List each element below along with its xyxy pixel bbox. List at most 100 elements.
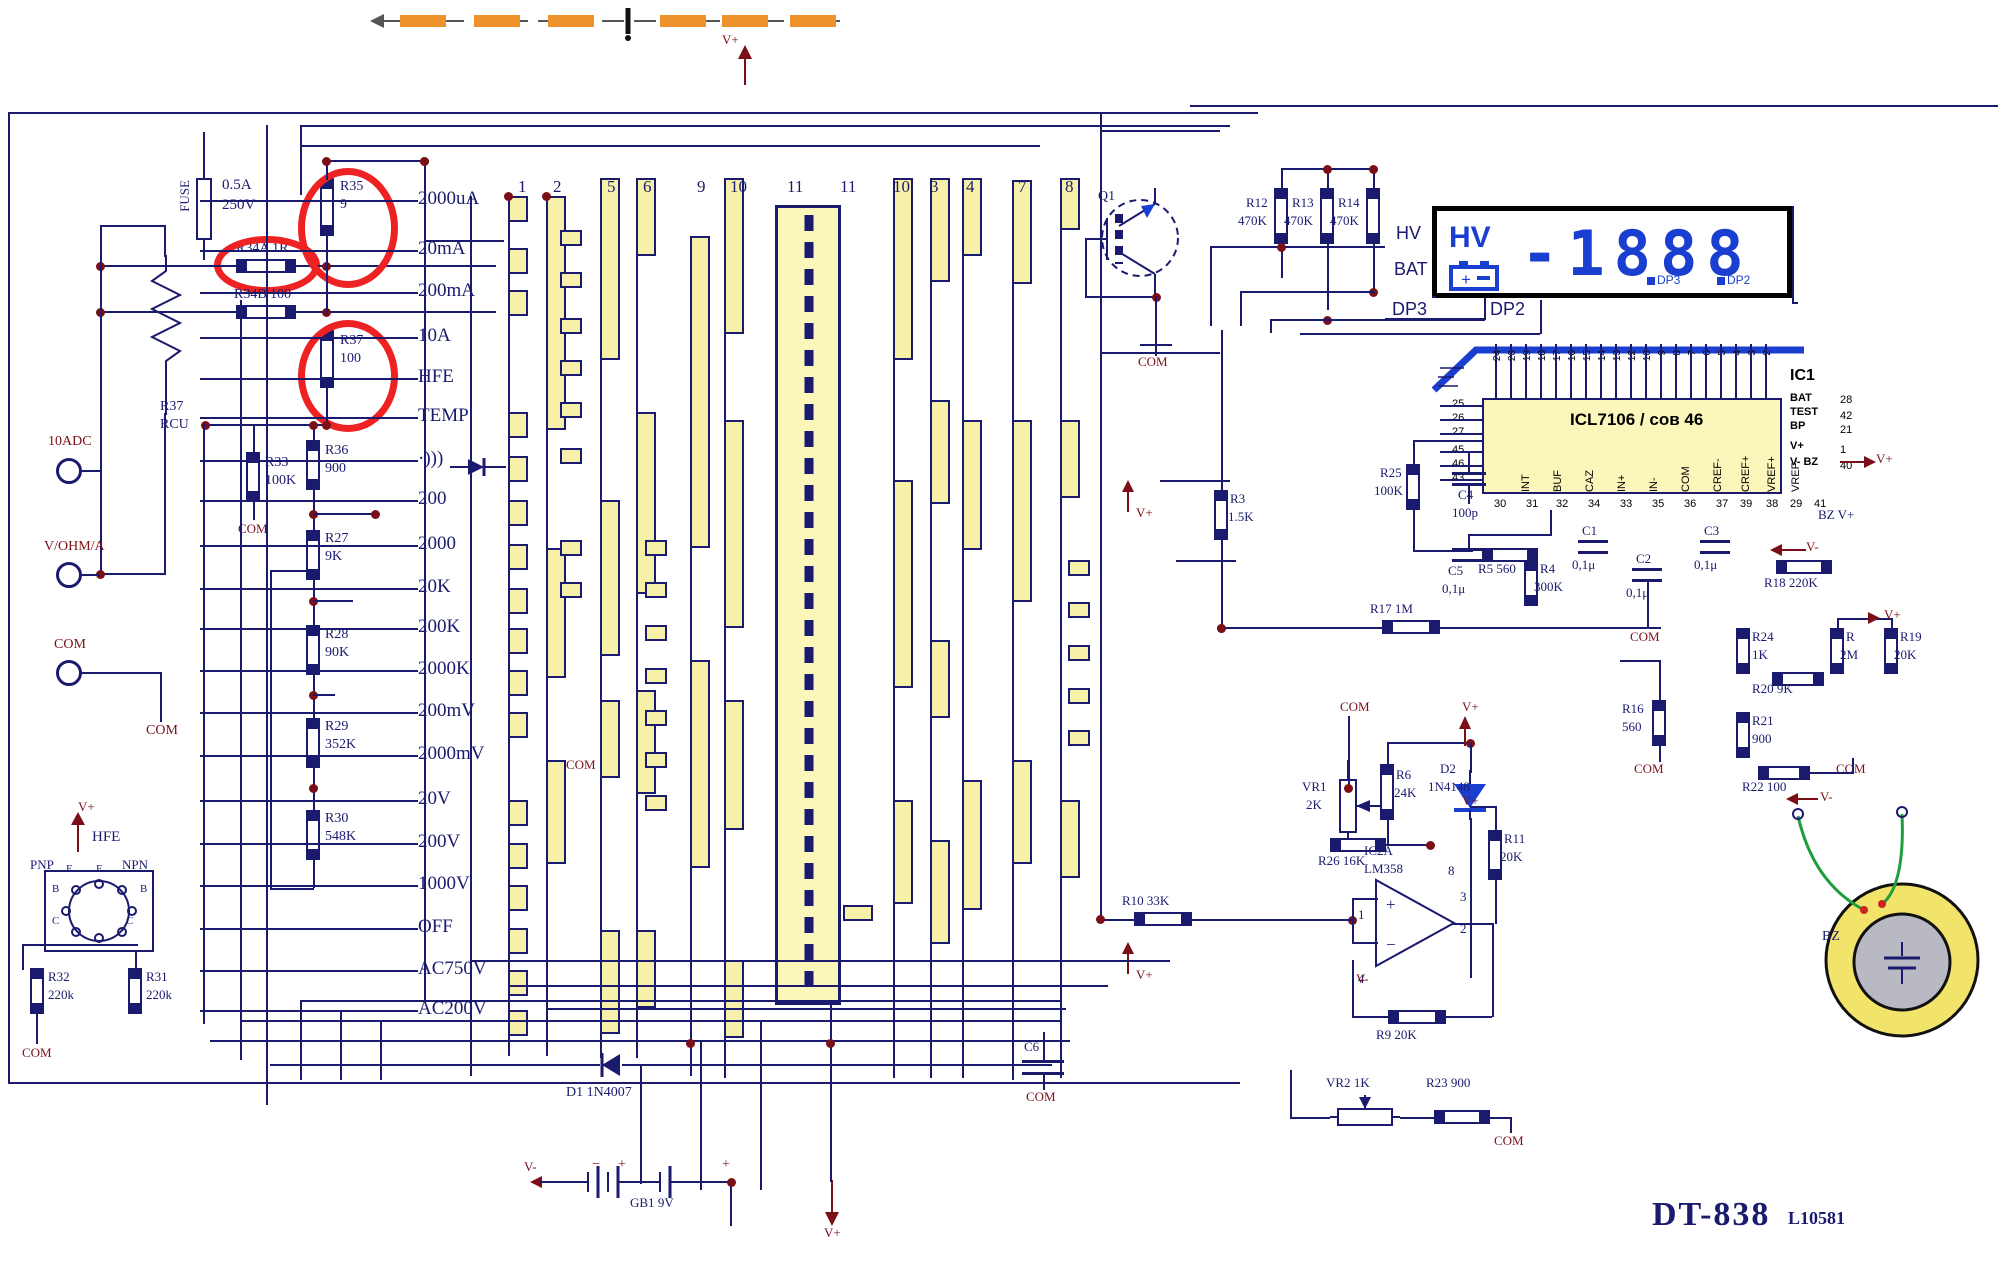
mode-label-2[interactable]: 200mA <box>418 280 475 302</box>
switch-contact-pad[interactable] <box>962 780 982 910</box>
switch-contact-pad[interactable] <box>1068 688 1090 704</box>
switch-contact-pad[interactable] <box>560 448 582 464</box>
switch-contact-pad[interactable] <box>645 540 667 556</box>
switch-contact-pad[interactable] <box>636 690 656 794</box>
switch-contact-pad[interactable] <box>600 930 620 1034</box>
rotor-wiper[interactable] <box>800 215 818 995</box>
switch-contact-pad[interactable] <box>508 628 528 654</box>
switch-contact-pad[interactable] <box>1060 420 1080 498</box>
wire <box>240 300 242 1060</box>
switch-contact-pad[interactable] <box>600 178 620 360</box>
switch-contact-pad[interactable] <box>508 970 528 996</box>
wire <box>1085 238 1087 296</box>
switch-contact-pad[interactable] <box>724 178 744 334</box>
switch-contact-pad[interactable] <box>508 412 528 438</box>
switch-contact-pad[interactable] <box>645 752 667 768</box>
jack-com[interactable] <box>56 660 82 686</box>
switch-contact-pad[interactable] <box>1012 760 1032 864</box>
switch-contact-pad[interactable] <box>690 236 710 548</box>
switch-contact-pad[interactable] <box>508 928 528 954</box>
switch-contact-pad[interactable] <box>636 930 656 1008</box>
ic1-pin-name: IN+ <box>1616 474 1628 492</box>
switch-contact-pad[interactable] <box>508 800 528 826</box>
switch-contact-pad[interactable] <box>724 420 744 628</box>
switch-contact-pad[interactable] <box>508 1010 528 1036</box>
switch-contact-pad[interactable] <box>930 840 950 944</box>
switch-contact-pad[interactable] <box>930 640 950 718</box>
net-label-vplus: V+ <box>1876 451 1893 466</box>
switch-contact-pad[interactable] <box>560 402 582 418</box>
mode-label-6[interactable]: ·))) <box>418 448 443 470</box>
net-label-vminus: V- <box>1806 539 1819 554</box>
switch-contact-pad[interactable] <box>560 272 582 288</box>
r23-label: R23 900 <box>1426 1075 1471 1090</box>
switch-contact-pad[interactable] <box>508 843 528 869</box>
mode-label-9[interactable]: 20K <box>418 576 451 598</box>
mode-label-3[interactable]: 10A <box>418 325 451 347</box>
wire <box>200 885 418 887</box>
switch-contact-pad[interactable] <box>962 420 982 550</box>
switch-contact-pad[interactable] <box>636 412 656 594</box>
switch-contact-pad[interactable] <box>560 582 582 598</box>
mode-label-12[interactable]: 200mV <box>418 700 475 722</box>
mode-label-7[interactable]: 200 <box>418 488 447 510</box>
wire <box>313 694 335 696</box>
net-label-com: COM <box>1634 761 1664 776</box>
switch-contact-pad[interactable] <box>690 660 710 868</box>
mode-label-13[interactable]: 2000mV <box>418 743 485 765</box>
switch-contact-pad[interactable] <box>724 700 744 830</box>
switch-contact-pad[interactable] <box>600 700 620 778</box>
ic1-left-pin: 46 <box>1452 458 1465 470</box>
switch-contact-pad[interactable] <box>560 318 582 334</box>
switch-contact-pad[interactable] <box>1068 730 1090 746</box>
switch-contact-pad[interactable] <box>1068 645 1090 661</box>
r27-value: 9K <box>325 549 343 564</box>
switch-contact-pad[interactable] <box>560 360 582 376</box>
switch-contact-pad[interactable] <box>508 885 528 911</box>
jack-vohma[interactable] <box>56 562 82 588</box>
r13-ref: R13 <box>1292 195 1314 210</box>
wire <box>240 1020 1060 1022</box>
battery-icon: + <box>1449 261 1499 291</box>
switch-contact-pad[interactable] <box>893 480 913 688</box>
switch-contact-pad[interactable] <box>508 544 528 570</box>
switch-contact-pad[interactable] <box>645 625 667 641</box>
jack-10adc[interactable] <box>56 458 82 484</box>
switch-contact-pad[interactable] <box>645 710 667 726</box>
switch-contact-pad[interactable] <box>560 230 582 246</box>
r22-label: R22 100 <box>1742 779 1787 794</box>
net-label-com: COM <box>566 757 596 772</box>
switch-contact-pad[interactable] <box>600 500 620 656</box>
mode-label-14[interactable]: 20V <box>418 788 451 810</box>
vplus-arrow-ic1 <box>1840 456 1876 468</box>
switch-contact-pad[interactable] <box>508 500 528 526</box>
switch-contact-pad[interactable] <box>645 668 667 684</box>
switch-contact-pad[interactable] <box>893 178 913 360</box>
switch-contact-pad[interactable] <box>893 800 913 904</box>
switch-contact-pad[interactable] <box>508 248 528 274</box>
switch-contact-pad[interactable] <box>546 548 566 678</box>
switch-contact-pad[interactable] <box>508 712 528 738</box>
switch-contact-pad[interactable] <box>508 670 528 696</box>
switch-contact-pad[interactable] <box>508 456 528 482</box>
switch-contact-pad[interactable] <box>1068 560 1090 576</box>
switch-contact-pad[interactable] <box>1012 420 1032 602</box>
switch-contact-pad[interactable] <box>546 760 566 864</box>
switch-contact-pad[interactable] <box>930 400 950 504</box>
c6-ref: C6 <box>1024 1039 1040 1054</box>
switch-contact-pad[interactable] <box>1060 800 1080 878</box>
junction <box>504 192 513 201</box>
wire <box>200 712 418 714</box>
switch-contact-pad[interactable] <box>645 582 667 598</box>
wire <box>1852 758 1854 774</box>
pot-vr2[interactable] <box>1330 1095 1400 1141</box>
switch-contact-pad[interactable] <box>1068 602 1090 618</box>
switch-contact-pad[interactable] <box>508 290 528 316</box>
wire <box>203 424 205 1024</box>
r14-value: 470K <box>1330 213 1359 228</box>
switch-contact-pad[interactable] <box>724 960 744 1038</box>
switch-contact-pad[interactable] <box>560 540 582 556</box>
hfe-title: HFE <box>92 829 121 845</box>
switch-contact-pad[interactable] <box>508 588 528 614</box>
switch-contact-pad[interactable] <box>645 795 667 811</box>
